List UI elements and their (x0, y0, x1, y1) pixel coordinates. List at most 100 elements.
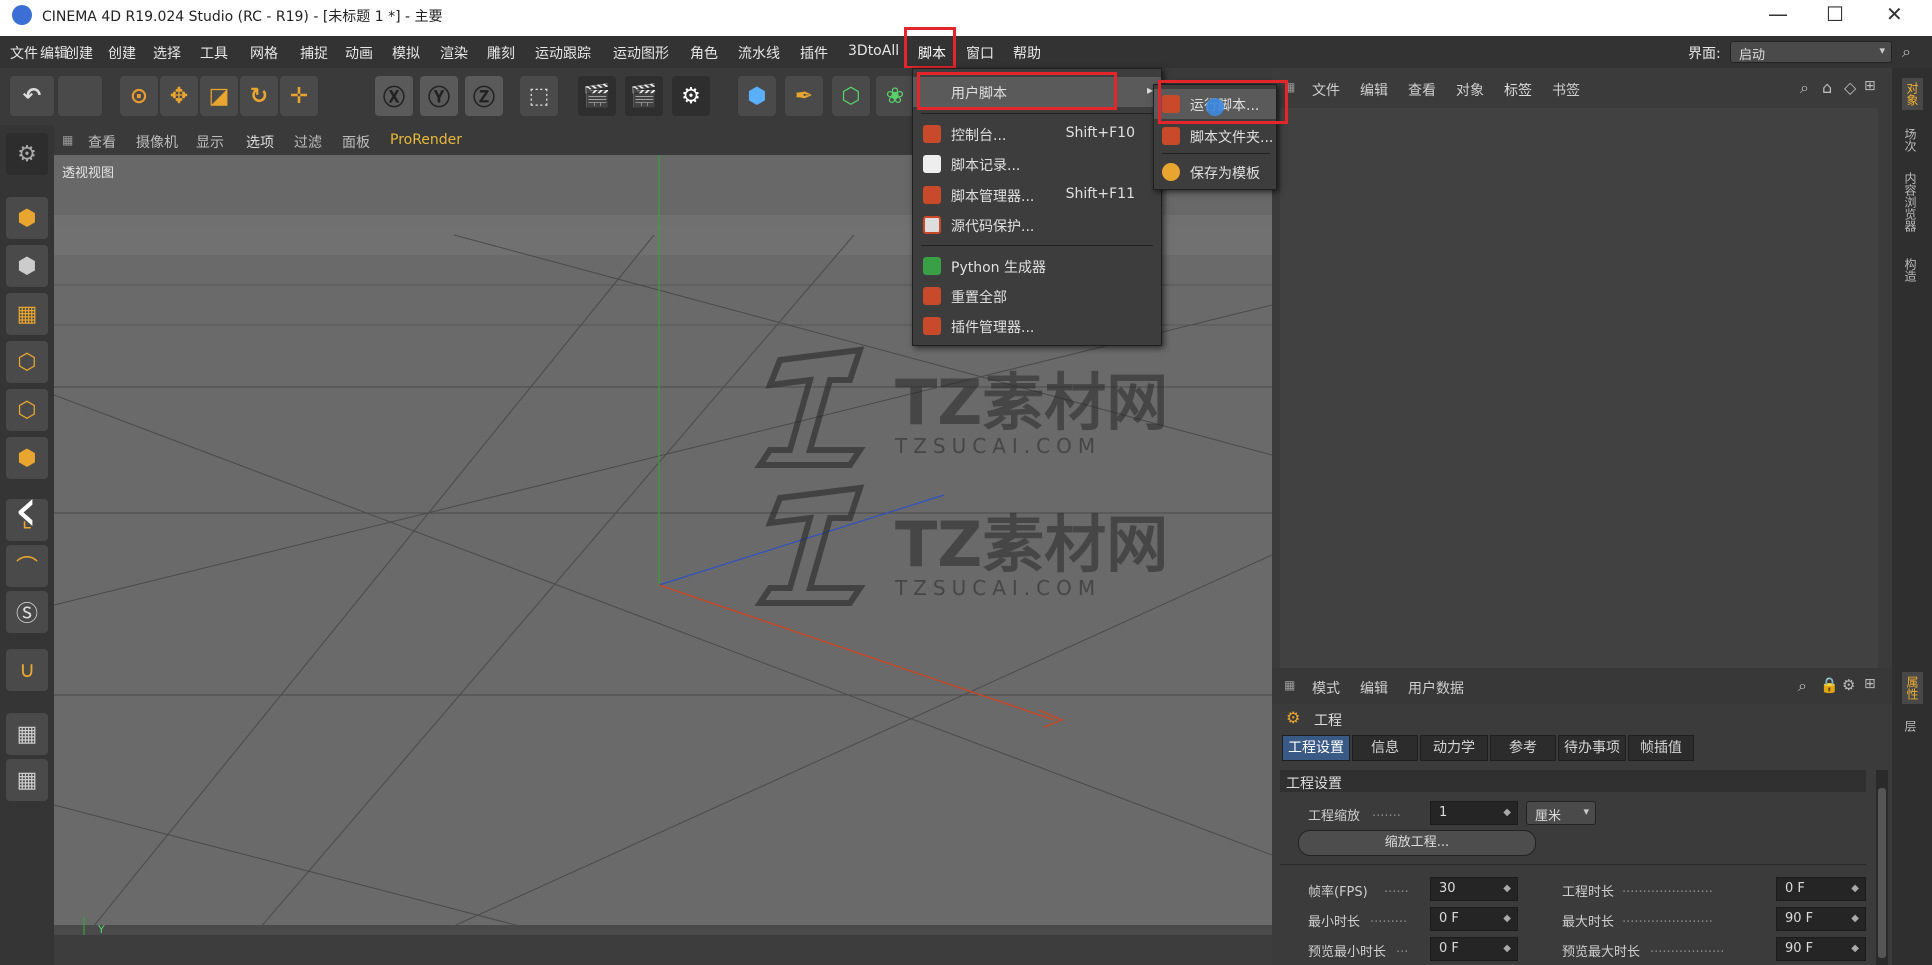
menu-motion-tracking[interactable]: 运动跟踪 (535, 43, 591, 63)
object-menu-objects[interactable]: 对象 (1456, 80, 1484, 100)
make-editable-icon[interactable]: ⚙ (6, 133, 48, 175)
attr-menu-user-data[interactable]: 用户数据 (1408, 678, 1464, 698)
menu-item-source-protection[interactable]: 源代码保护... (913, 210, 1161, 240)
scrollbar-thumb[interactable] (1878, 788, 1886, 958)
menu-3dtoall[interactable]: 3DtoAll (848, 43, 899, 59)
scale-icon[interactable]: ◪ (200, 76, 238, 116)
tab-todo[interactable]: 待办事项 (1558, 735, 1626, 761)
menu-mograph[interactable]: 运动图形 (613, 43, 669, 63)
point-mode-icon[interactable]: ⬡ (6, 341, 48, 383)
viewport-menu-options[interactable]: 选项 (246, 132, 274, 152)
scale-project-button[interactable]: 缩放工程... (1298, 830, 1536, 856)
live-select-icon[interactable]: ⊙ (120, 76, 158, 116)
object-menu-edit[interactable]: 编辑 (1360, 80, 1388, 100)
viewport-menu-prorender[interactable]: ProRender (390, 132, 462, 148)
tab-reference[interactable]: 参考 (1490, 735, 1556, 761)
polygon-mode-icon[interactable]: ⬢ (6, 437, 48, 479)
object-menu-tags[interactable]: 标签 (1504, 80, 1532, 100)
menu-item-save-as-template[interactable]: 保存为模板 (1154, 157, 1276, 187)
menu-render[interactable]: 渲染 (440, 43, 468, 63)
menu-item-plugin-manager[interactable]: 插件管理器... (913, 311, 1161, 341)
attr-menu-mode[interactable]: 模式 (1312, 678, 1340, 698)
spinner-icon[interactable]: ◆ (1851, 938, 1859, 960)
menu-snap[interactable]: 捕捉 (300, 43, 328, 63)
redo-icon[interactable] (58, 76, 102, 116)
settings-icon[interactable]: ⚙ (1842, 676, 1855, 694)
fps-input[interactable]: 30 ◆ (1430, 877, 1518, 901)
subdivision-surface-icon[interactable]: ⬡ (832, 76, 870, 116)
viewport-menu-panel[interactable]: 面板 (342, 132, 370, 152)
menu-character[interactable]: 角色 (690, 43, 718, 63)
viewport-menu-filter[interactable]: 过滤 (294, 132, 322, 152)
coordinate-system-icon[interactable]: ⬚ (520, 76, 558, 116)
edge-mode-icon[interactable]: ⬡ (6, 389, 48, 431)
tab-info[interactable]: 信息 (1352, 735, 1418, 761)
menu-item-script-manager[interactable]: 脚本管理器... Shift+F11 (913, 180, 1161, 210)
object-menu-file[interactable]: 文件 (1312, 80, 1340, 100)
menu-mesh[interactable]: 网格 (250, 43, 278, 63)
spinner-icon[interactable]: ◆ (1503, 938, 1511, 960)
layout-dropdown[interactable]: 启动 ▾ (1730, 41, 1892, 63)
side-tab-attributes[interactable]: 属性 (1902, 672, 1923, 704)
menu-plugins[interactable]: 插件 (800, 43, 828, 63)
menu-window[interactable]: 窗口 (966, 43, 994, 63)
tweak-mode-icon[interactable]: ⌒ (6, 545, 48, 587)
snap-magnet-icon[interactable]: ∪ (6, 649, 48, 691)
object-menu-view[interactable]: 查看 (1408, 80, 1436, 100)
spinner-icon[interactable]: ◆ (1503, 878, 1511, 900)
maximize-button[interactable]: ☐ (1826, 2, 1844, 26)
menu-select[interactable]: 选择 (153, 43, 181, 63)
side-tab-structure[interactable]: 构造 (1902, 258, 1919, 282)
scale-input[interactable]: 1 ◆ (1430, 801, 1518, 825)
cube-icon[interactable]: ⬢ (738, 76, 776, 116)
menu-item-script-log[interactable]: 脚本记录... (913, 149, 1161, 179)
side-tab-layers[interactable]: 层 (1902, 720, 1919, 732)
lock-icon[interactable]: 🔒 (1820, 676, 1839, 694)
z-axis-lock-icon[interactable]: Ⓩ (465, 76, 503, 116)
spinner-icon[interactable]: ◆ (1503, 908, 1511, 930)
menu-file[interactable]: 文件 (10, 43, 38, 63)
filter-icon[interactable]: ◇ (1844, 78, 1856, 97)
max-time-input[interactable]: 90 F ◆ (1776, 907, 1866, 931)
render-settings-icon[interactable]: ⚙ (672, 76, 710, 116)
duration-input[interactable]: 0 F ◆ (1776, 877, 1866, 901)
min-time-input[interactable]: 0 F ◆ (1430, 907, 1518, 931)
texture-mode-icon[interactable]: ⬢ (6, 245, 48, 287)
workplane-lock-icon[interactable]: ▦ (6, 713, 48, 755)
viewport-menu-view[interactable]: 查看 (88, 132, 116, 152)
undo-icon[interactable]: ↶ (10, 76, 54, 116)
workplane-mode-icon[interactable]: ▦ (6, 293, 48, 335)
close-button[interactable]: ✕ (1886, 2, 1903, 26)
spinner-icon[interactable]: ◆ (1503, 802, 1511, 824)
panel-expand-icon[interactable]: ⊞ (1864, 78, 1876, 94)
transform-icon[interactable]: ✛ (280, 76, 318, 116)
search-icon[interactable]: ⌕ (1798, 676, 1807, 696)
attr-scrollbar[interactable] (1876, 770, 1888, 965)
cloner-icon[interactable]: ❀ (876, 76, 914, 116)
menu-help[interactable]: 帮助 (1013, 43, 1041, 63)
menu-item-console[interactable]: 控制台... Shift+F10 (913, 119, 1161, 149)
render-to-picture-viewer-icon[interactable]: 🎬 (625, 76, 663, 116)
spinner-icon[interactable]: ◆ (1851, 878, 1859, 900)
pen-spline-icon[interactable]: ✒ (785, 76, 823, 116)
preview-min-input[interactable]: 0 F ◆ (1430, 937, 1518, 961)
menu-create-2[interactable]: 创建 (108, 43, 136, 63)
viewport-menu-display[interactable]: 显示 (196, 132, 224, 152)
chevron-left-icon[interactable]: ‹ (14, 480, 38, 540)
solo-mode-icon[interactable]: Ⓢ (6, 591, 48, 633)
preview-max-input[interactable]: 90 F ◆ (1776, 937, 1866, 961)
x-axis-lock-icon[interactable]: Ⓧ (375, 76, 413, 116)
object-menu-bookmarks[interactable]: 书签 (1552, 80, 1580, 100)
model-mode-icon[interactable]: ⬢ (6, 197, 48, 239)
menu-create[interactable]: 创建 (65, 43, 93, 63)
home-icon[interactable]: ⌂ (1822, 78, 1832, 97)
menu-item-script-folder[interactable]: 脚本文件夹... (1154, 121, 1276, 151)
object-list[interactable] (1280, 108, 1878, 673)
tab-project-settings[interactable]: 工程设置 (1282, 735, 1350, 761)
move-icon[interactable]: ✥ (160, 76, 198, 116)
menu-tools[interactable]: 工具 (200, 43, 228, 63)
side-tab-objects[interactable]: 对象 (1902, 78, 1923, 110)
minimize-button[interactable]: — (1768, 2, 1788, 26)
menu-simulate[interactable]: 模拟 (392, 43, 420, 63)
side-tab-content-browser[interactable]: 内容浏览器 (1902, 172, 1919, 232)
